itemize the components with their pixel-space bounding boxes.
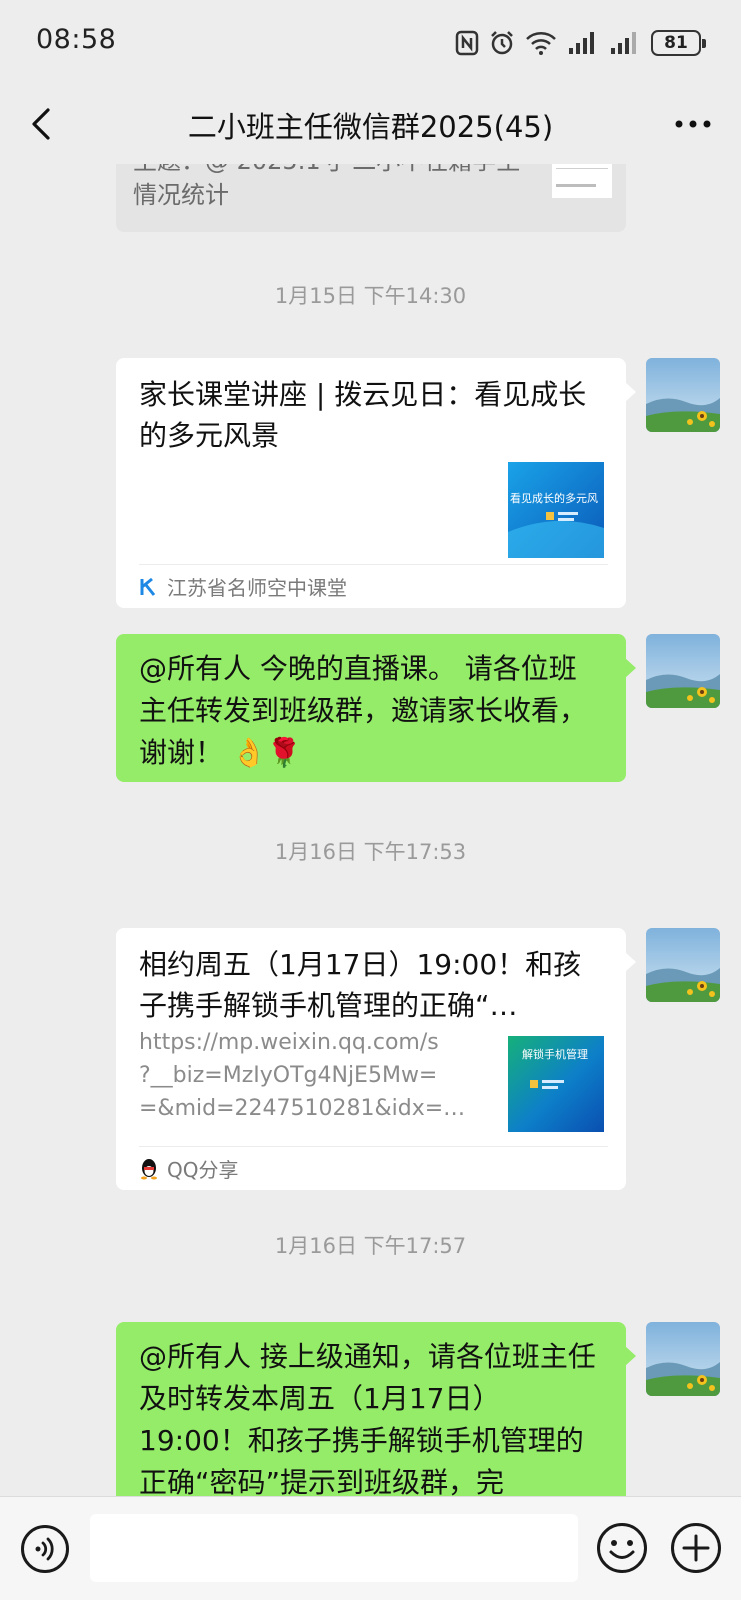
- avatar[interactable]: [646, 928, 720, 1002]
- status-icons: 81: [455, 28, 706, 58]
- file-card-text: 主题：@ 2025.1寸 二小不在籍学生 情况统计: [133, 164, 520, 209]
- emoji-icon: [597, 1523, 647, 1573]
- voice-button[interactable]: [20, 1524, 70, 1574]
- input-bar: [0, 1496, 741, 1600]
- text-message[interactable]: @所有人 接上级通知，请各位班主任及时转发本周五（1月17日）19:00！和孩子…: [116, 1322, 636, 1496]
- avatar[interactable]: [646, 1322, 720, 1396]
- signal-icon-2: [609, 30, 641, 56]
- timestamp: 1月16日 下午17:53: [274, 840, 467, 864]
- card-title: 相约周五（1月17日）19:00！和孩子携手解锁手机管理的正确“…: [139, 948, 582, 1022]
- status-time: 08:58: [36, 24, 117, 55]
- emoji-button[interactable]: [596, 1522, 648, 1574]
- avatar[interactable]: [646, 634, 720, 708]
- card-source: 江苏省名师空中课堂: [139, 564, 608, 608]
- qq-penguin-icon: [141, 1158, 157, 1179]
- voice-icon: [21, 1525, 69, 1573]
- timestamp: 1月15日 下午14:30: [274, 284, 467, 308]
- thumb-text: 解锁手机管理: [522, 1047, 588, 1061]
- text-message[interactable]: @所有人 今晚的直播课。 请各位班主任转发到班级群，邀请家长收看，谢谢！ 👌🌹: [116, 634, 636, 782]
- link-card-message[interactable]: 相约周五（1月17日）19:00！和孩子携手解锁手机管理的正确“… https:…: [116, 928, 636, 1190]
- card-source: QQ分享: [139, 1146, 608, 1190]
- avatar[interactable]: [646, 358, 720, 432]
- wifi-icon: [525, 30, 557, 56]
- card-title: 家长课堂讲座 | 拨云见日：看见成长的多元风景: [139, 378, 587, 452]
- chat-messages[interactable]: 主题：@ 2025.1寸 二小不在籍学生 情况统计 1月15日 下午14:30 …: [0, 164, 741, 1496]
- nfc-icon: [455, 30, 479, 56]
- alarm-icon: [489, 30, 515, 56]
- chat-title: 二小班主任微信群2025(45): [187, 110, 554, 144]
- card-thumbnail: 看见成长的多元风: [508, 462, 604, 558]
- more-functions-button[interactable]: [670, 1522, 722, 1574]
- card-thumbnail: 解锁手机管理: [508, 1036, 604, 1132]
- k-logo-icon: [140, 577, 156, 596]
- more-button[interactable]: [673, 110, 713, 138]
- plus-icon: [671, 1523, 721, 1573]
- signal-icon: [567, 30, 599, 56]
- message-input[interactable]: [90, 1514, 578, 1582]
- status-bar: 08:58 81: [0, 0, 741, 84]
- timestamp: 1月16日 下午17:57: [274, 1234, 467, 1258]
- spreadsheet-thumbnail: [552, 164, 612, 198]
- file-message-card[interactable]: 主题：@ 2025.1寸 二小不在籍学生 情况统计: [116, 164, 626, 232]
- nav-bar: 二小班主任微信群2025(45): [0, 84, 741, 164]
- more-icon: [675, 120, 711, 128]
- thumb-text: 看见成长的多元风: [510, 491, 598, 505]
- battery-indicator: 81: [651, 30, 706, 56]
- link-card-message[interactable]: 家长课堂讲座 | 拨云见日：看见成长的多元风景 看见成长的多元风 江苏省名师空中…: [116, 358, 636, 608]
- card-link-url: https://mp.weixin.qq.com/s ?__biz=MzIyOT…: [139, 1030, 466, 1121]
